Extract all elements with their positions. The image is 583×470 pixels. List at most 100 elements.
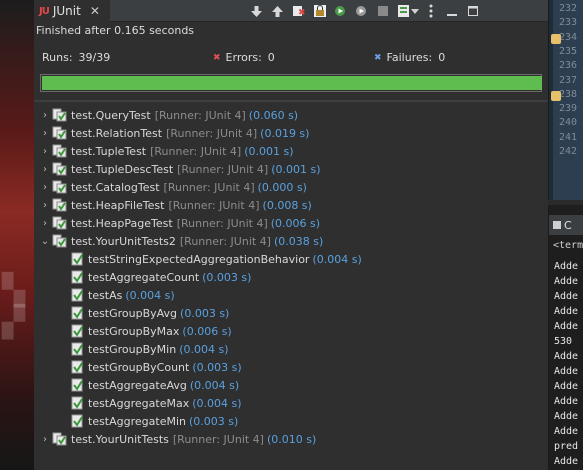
line-number: 241 [559, 131, 578, 143]
test-duration: (0.003 s) [189, 414, 239, 428]
test-runner-label: [Runner: JUnit 4] [176, 216, 268, 230]
scroll-lock-icon[interactable] [309, 1, 330, 21]
sash-divider[interactable] [34, 100, 548, 102]
test-name: testAggregateAvg [88, 378, 187, 392]
test-suite-row[interactable]: › test.HeapPageTest [Runner: JUnit 4] (0.00… [40, 214, 320, 232]
test-suite-passed-icon [52, 108, 68, 122]
show-failures-only-icon[interactable]: ✖ [288, 1, 309, 21]
test-passed-icon [69, 360, 85, 374]
expand-chevron-icon[interactable]: › [40, 146, 50, 157]
expand-chevron-icon[interactable]: › [40, 110, 50, 121]
test-runner-label: [Runner: JUnit 4] [168, 198, 260, 212]
test-runner-label: [Runner: JUnit 4] [154, 108, 246, 122]
stop-icon[interactable] [372, 1, 393, 21]
failures-counter: ✖ Failures: 0 [374, 51, 445, 64]
test-duration: (0.006 s) [182, 324, 232, 338]
maximize-icon[interactable] [462, 1, 483, 21]
test-case-row[interactable]: testGroupByAvg (0.003 s) [69, 304, 229, 322]
errors-label: Errors: [225, 51, 262, 64]
test-runner-label: [Runner: JUnit 4] [177, 162, 269, 176]
test-suite-row[interactable]: › test.TupleTest [Runner: JUnit 4] (0.001 s… [40, 142, 294, 160]
test-suite-passed-icon [52, 216, 68, 230]
test-duration: (0.008 s) [262, 198, 312, 212]
test-name: test.CatalogTest [71, 180, 160, 194]
expand-chevron-icon[interactable]: › [40, 218, 50, 229]
test-suite-row[interactable]: ⌄ test.YourUnitTests2 [Runner: JUnit 4] (0.… [40, 232, 323, 250]
test-passed-icon [69, 342, 85, 356]
test-suite-row[interactable]: › test.HeapFileTest [Runner: JUnit 4] (0.00… [40, 196, 312, 214]
expand-chevron-icon[interactable]: › [40, 200, 50, 211]
expand-chevron-icon[interactable]: › [40, 434, 50, 445]
test-case-row[interactable]: testGroupByMin (0.004 s) [69, 340, 229, 358]
console-line: Adde [554, 396, 579, 407]
test-suite-passed-icon [52, 180, 68, 194]
junit-tab-label: JUnit [52, 4, 81, 18]
minimize-icon[interactable] [441, 1, 462, 21]
test-suite-passed-icon [52, 162, 68, 176]
test-name: testAs [88, 288, 123, 302]
line-number: 233 [559, 17, 578, 29]
test-suite-row[interactable]: › test.QueryTest [Runner: JUnit 4] (0.060 s… [40, 106, 298, 124]
test-name: testGroupByCount [88, 360, 190, 374]
console-line: Adde [554, 291, 579, 302]
console-line: Adde [554, 426, 579, 437]
annotation-marker-icon[interactable] [551, 90, 561, 101]
test-name: test.RelationTest [71, 126, 163, 140]
collapse-chevron-icon[interactable]: ⌄ [40, 236, 50, 247]
console-line: Adde [554, 261, 579, 272]
close-tab-icon[interactable]: ✕ [90, 4, 100, 18]
test-name: testAggregateMax [88, 396, 190, 410]
test-duration: (0.001 s) [271, 162, 321, 176]
previous-failure-icon[interactable] [267, 1, 288, 21]
line-number: 239 [559, 103, 578, 115]
junit-icon: JU [39, 5, 50, 17]
console-line: Adde [554, 411, 579, 422]
view-tab-bar: JU JUnit ✕ ✖ [34, 0, 548, 22]
test-case-row[interactable]: testAggregateCount (0.003 s) [69, 268, 251, 286]
test-passed-icon [69, 396, 85, 410]
test-suite-row[interactable]: › test.CatalogTest [Runner: JUnit 4] (0.000… [40, 178, 307, 196]
history-dropdown-icon[interactable] [410, 1, 420, 21]
test-duration: (0.010 s) [266, 432, 317, 446]
console-tab[interactable]: C [549, 215, 583, 235]
test-name: test.TupleDescTest [71, 162, 174, 176]
view-menu-icon[interactable] [420, 1, 441, 21]
test-case-row[interactable]: testGroupByMax (0.006 s) [69, 322, 232, 340]
rerun-failed-icon[interactable] [351, 1, 372, 21]
failure-icon: ✖ [374, 52, 382, 63]
next-failure-icon[interactable] [246, 1, 267, 21]
test-progress-bar [40, 74, 542, 92]
wallpaper-decoration: ▚ ▞ [2, 273, 26, 340]
test-case-row[interactable]: testAggregateMax (0.004 s) [69, 394, 242, 412]
run-statistics: Runs: 39/39 ✖ Errors: 0 ✖ Failures: 0 [42, 51, 542, 65]
annotation-marker-icon[interactable] [551, 33, 561, 44]
test-suite-row[interactable]: › test.RelationTest [Runner: JUnit 4] (0.01… [40, 124, 309, 142]
expand-chevron-icon[interactable]: › [40, 182, 50, 193]
test-name: testAggregateCount [88, 270, 200, 284]
editor-gutter: 232 233 234 235 236 237 238 239 240 241 242 [548, 0, 583, 200]
test-case-row[interactable]: testStringExpectedAggregationBehavior (0.… [69, 250, 362, 268]
expand-chevron-icon[interactable]: › [40, 128, 50, 139]
test-case-row[interactable]: testGroupByCount (0.003 s) [69, 358, 242, 376]
test-runner-label: [Runner: JUnit 4] [179, 234, 271, 248]
expand-chevron-icon[interactable]: › [40, 164, 50, 175]
junit-toolbar: ✖ [246, 1, 483, 21]
rerun-icon[interactable] [330, 1, 351, 21]
test-case-row[interactable]: testAggregateAvg (0.004 s) [69, 376, 239, 394]
test-passed-icon [69, 252, 85, 266]
test-suite-row[interactable]: › test.YourUnitTests [Runner: JUnit 4] (0.0… [40, 430, 316, 448]
test-duration: (0.060 s) [248, 108, 299, 122]
test-name: test.YourUnitTests2 [71, 234, 176, 248]
runs-value: 39/39 [78, 51, 111, 64]
test-case-row[interactable]: testAggregateMin (0.003 s) [69, 412, 238, 430]
console-tab-label: C [564, 218, 572, 232]
console-line: Adde [554, 306, 579, 317]
test-suite-row[interactable]: › test.TupleDescTest [Runner: JUnit 4] (0.0… [40, 160, 321, 178]
junit-tab[interactable]: JU JUnit ✕ [34, 0, 110, 22]
test-name: test.HeapFileTest [71, 198, 165, 212]
console-line: Adde [554, 366, 579, 377]
line-number: 237 [559, 74, 578, 86]
test-name: testGroupByAvg [88, 306, 178, 320]
test-case-row[interactable]: testAs (0.004 s) [69, 286, 175, 304]
test-runner-label: [Runner: JUnit 4] [163, 180, 255, 194]
